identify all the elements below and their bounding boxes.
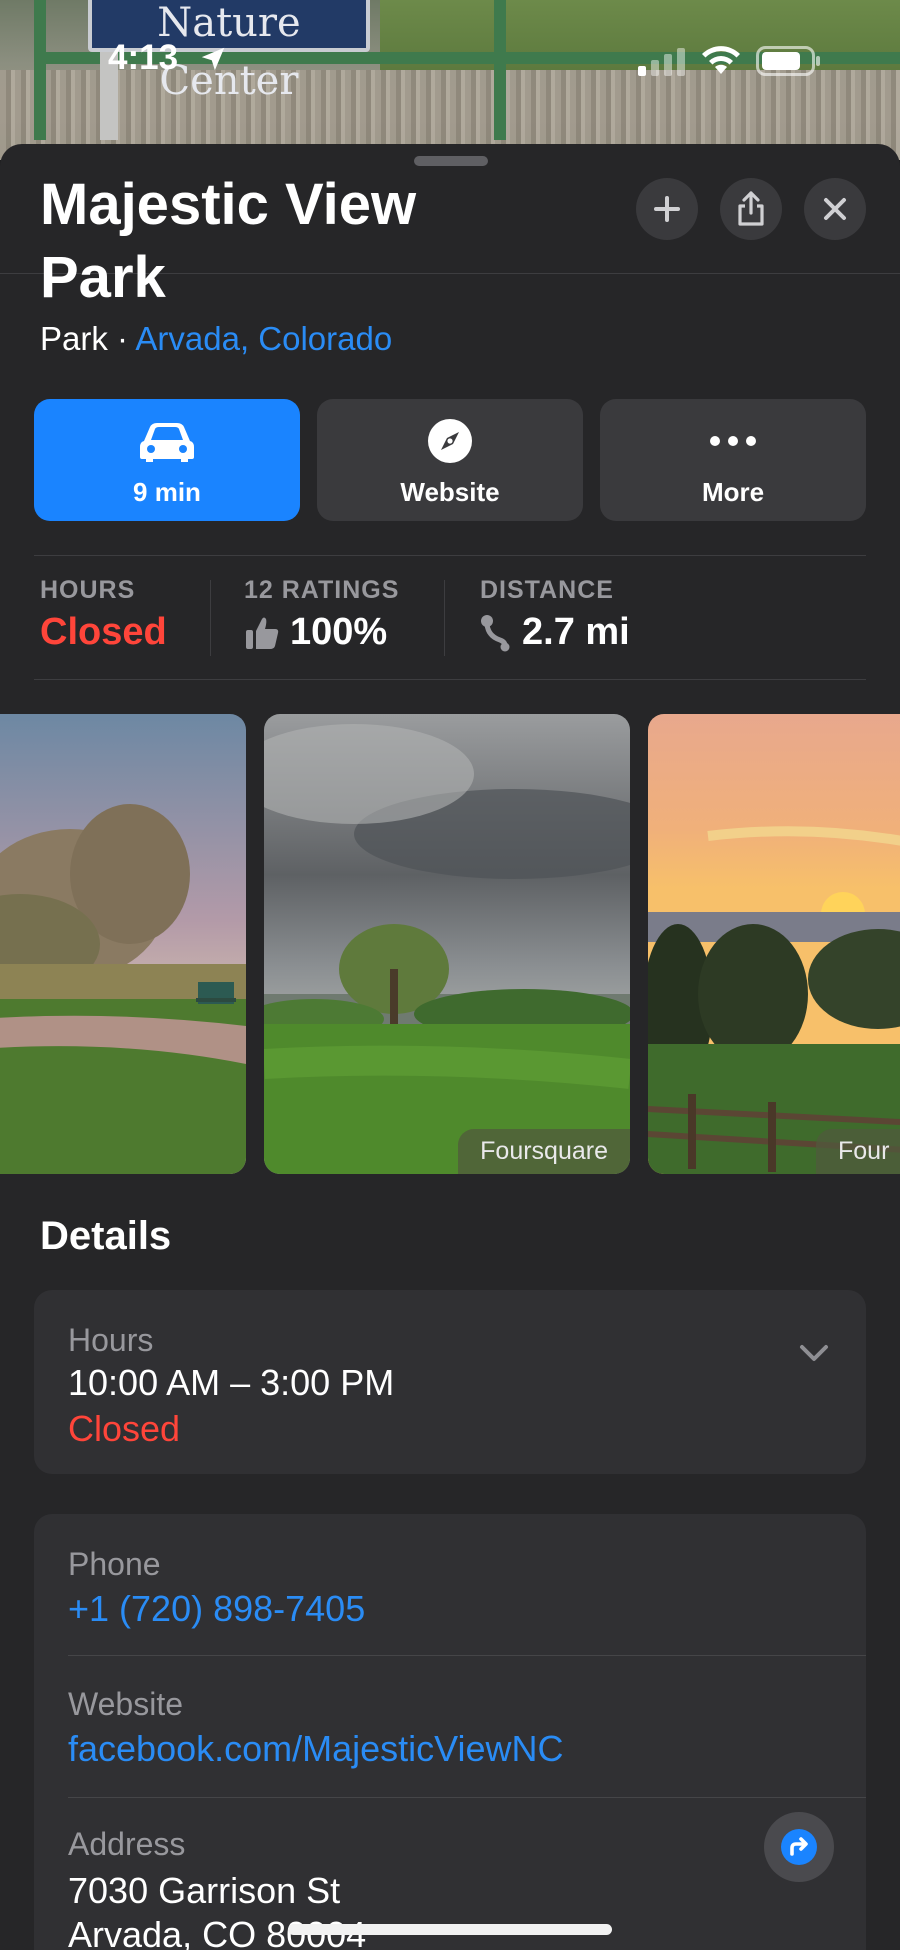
ellipsis-icon [710, 436, 756, 446]
details-heading: Details [40, 1214, 172, 1258]
distance-stat-label: DISTANCE [480, 576, 614, 604]
more-label: More [701, 477, 765, 507]
sheet-grabber[interactable] [414, 156, 488, 166]
home-indicator[interactable] [288, 1924, 612, 1935]
directions-label: 9 min [133, 477, 201, 507]
plus-icon [654, 196, 680, 222]
hours-label: Hours [68, 1322, 154, 1358]
status-time: 4:13 [108, 38, 179, 77]
compass-icon [428, 419, 472, 463]
phone-link[interactable]: +1 (720) 898-7405 [68, 1588, 365, 1630]
place-title: Majestic View Park [40, 172, 417, 310]
address-directions-button[interactable] [764, 1812, 834, 1882]
photo-credit: Four [816, 1129, 900, 1174]
place-location-link[interactable]: Arvada, Colorado [135, 320, 392, 357]
directions-arrow-icon [781, 1829, 817, 1865]
hours-stat[interactable]: HOURS Closed [40, 576, 167, 654]
photo-thumbnail[interactable]: Four [648, 714, 900, 1174]
place-subtitle: Park · Arvada, Colorado [40, 320, 392, 358]
address-label: Address [68, 1826, 186, 1862]
route-icon [481, 614, 510, 651]
phone-label: Phone [68, 1546, 161, 1582]
hours-range: 10:00 AM – 3:00 PM [68, 1362, 395, 1403]
hours-stat-value: Closed [40, 611, 167, 653]
thumbs-up-icon [246, 617, 279, 649]
status-bar: 4:13 [0, 0, 900, 120]
subtitle-separator: · [117, 320, 129, 357]
share-icon [738, 191, 764, 226]
photo-thumbnail[interactable] [0, 714, 246, 1174]
website-row-label: Website [68, 1686, 184, 1722]
hours-card[interactable]: Hours 10:00 AM – 3:00 PM Closed [34, 1290, 866, 1474]
share-button[interactable] [720, 178, 782, 240]
place-sheet: Majestic View Park Park · Arvada, Colora… [0, 144, 900, 1950]
car-icon [140, 423, 194, 462]
website-label: Website [400, 477, 500, 507]
stats-top-divider [34, 555, 866, 556]
row-divider [68, 1655, 866, 1656]
sunset-photo [648, 714, 900, 1174]
website-link[interactable]: facebook.com/MajesticViewNC [68, 1728, 564, 1770]
photo-credit: Foursquare [458, 1129, 630, 1174]
place-category: Park [40, 320, 108, 357]
photo-thumbnail[interactable]: Foursquare [264, 714, 630, 1174]
action-buttons: 9 min Website More [34, 399, 866, 521]
address-line1: 7030 Garrison St [68, 1870, 341, 1911]
storm-clouds-photo [264, 714, 630, 1174]
hours-stat-label: HOURS [40, 576, 136, 604]
close-button[interactable] [804, 178, 866, 240]
hours-status: Closed [68, 1408, 181, 1449]
row-divider [68, 1797, 866, 1798]
stat-separator [210, 580, 211, 656]
ratings-stat-value: 100% [290, 611, 388, 653]
directions-button[interactable]: 9 min [34, 399, 300, 521]
more-button[interactable]: More [600, 399, 866, 521]
wifi-icon [702, 46, 740, 74]
distance-stat[interactable]: DISTANCE 2.7 mi [480, 576, 630, 654]
distance-stat-value: 2.7 mi [522, 611, 630, 653]
battery-icon [756, 46, 820, 76]
close-icon [824, 198, 846, 220]
chevron-down-icon[interactable] [798, 1342, 830, 1364]
website-button[interactable]: Website [317, 399, 583, 521]
location-arrow-icon [201, 47, 225, 71]
park-bench-photo [0, 714, 246, 1174]
ratings-stat-label: 12 RATINGS [244, 576, 400, 604]
ratings-stat[interactable]: 12 RATINGS 100% [244, 576, 399, 654]
cellular-signal-icon [638, 48, 685, 76]
stat-separator [444, 580, 445, 656]
add-button[interactable] [636, 178, 698, 240]
contact-card: Phone +1 (720) 898-7405 Website facebook… [34, 1514, 866, 1950]
stats-bottom-divider [34, 679, 866, 680]
